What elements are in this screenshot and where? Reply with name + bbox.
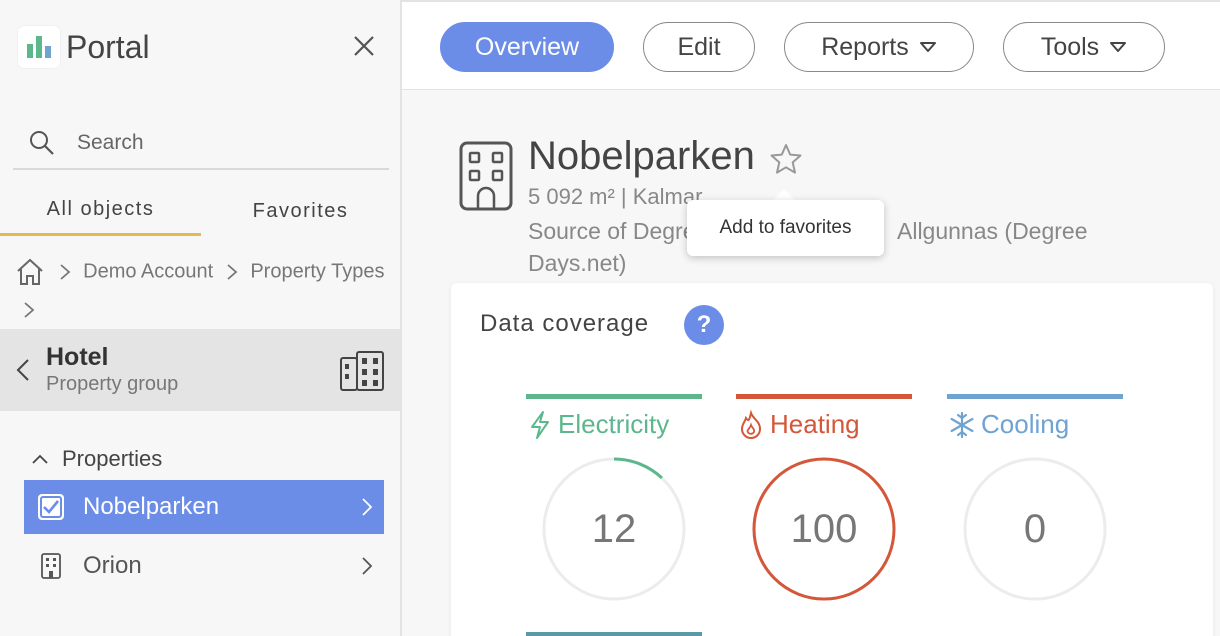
meter-color-bar <box>947 394 1123 399</box>
chevron-up-icon <box>32 454 48 464</box>
star-icon[interactable] <box>768 142 804 176</box>
overview-label: Overview <box>474 32 580 61</box>
chevron-right-icon <box>24 302 35 319</box>
source-text-start: Source of Degre <box>528 218 696 244</box>
search-bar <box>13 118 389 170</box>
tab-favorites[interactable]: Favorites <box>201 186 400 236</box>
property-item-orion[interactable]: Orion <box>24 539 384 593</box>
tools-label: Tools <box>1040 32 1100 61</box>
snowflake-icon <box>950 411 974 438</box>
edit-label: Edit <box>677 32 721 61</box>
chevron-right-icon <box>362 557 373 575</box>
building-title: Nobelparken <box>528 134 755 178</box>
edit-button[interactable]: Edit <box>643 22 755 72</box>
object-tabs: All objects Favorites <box>0 186 400 236</box>
meter-cooling[interactable]: Cooling <box>947 394 1123 440</box>
search-input[interactable] <box>77 131 357 155</box>
breadcrumb: Demo Account Property Types <box>14 252 394 329</box>
gauge-value: 12 <box>591 506 637 551</box>
meter-heating[interactable]: Heating <box>736 394 912 440</box>
gauge-value: 0 <box>1023 506 1047 551</box>
top-toolbar: Overview Edit Reports Tools <box>402 0 1220 90</box>
building-icon <box>459 141 513 211</box>
meter-name: Cooling <box>981 409 1070 439</box>
breadcrumb-item[interactable]: Demo Account <box>83 261 213 283</box>
property-name: Nobelparken <box>83 493 220 520</box>
meter-name: Heating <box>770 409 860 439</box>
meter-electricity[interactable]: Electricity <box>526 394 702 440</box>
checkbox-checked-icon[interactable] <box>36 492 66 522</box>
logo: Portal <box>18 26 150 68</box>
properties-label: Properties <box>62 446 163 471</box>
overview-button[interactable]: Overview <box>440 22 614 72</box>
meter-label: Heating <box>736 409 912 440</box>
breadcrumb-item[interactable]: Property Types <box>250 261 384 283</box>
data-coverage-title: Data coverage <box>480 310 650 337</box>
app-name: Portal <box>66 28 150 65</box>
properties-toggle[interactable]: Properties <box>30 446 162 472</box>
flame-icon <box>740 409 762 439</box>
next-meter-color-bar <box>526 632 702 636</box>
meter-label: Cooling <box>947 409 1123 440</box>
logo-chart-icon <box>18 26 60 68</box>
caret-down-icon <box>919 42 936 52</box>
tools-button[interactable]: Tools <box>1003 22 1165 72</box>
app-root: Portal All objects Favorites Demo Accoun… <box>0 0 1220 636</box>
chevron-right-icon <box>362 498 373 516</box>
group-title: Hotel <box>46 343 109 371</box>
chevron-left-icon[interactable] <box>12 357 34 383</box>
meter-color-bar <box>736 394 912 399</box>
meter-color-bar <box>526 394 702 399</box>
caret-down-icon <box>1110 42 1127 52</box>
property-name: Orion <box>83 552 142 579</box>
lightning-icon <box>531 410 549 439</box>
search-icon <box>30 131 54 155</box>
building-icon <box>41 553 61 579</box>
favorites-tooltip: Add to favorites <box>687 200 884 256</box>
gauge-value: 100 <box>790 506 858 551</box>
sidebar: Portal All objects Favorites Demo Accoun… <box>0 0 402 636</box>
reports-button[interactable]: Reports <box>784 22 974 72</box>
meter-label: Electricity <box>526 409 702 440</box>
buildings-icon <box>340 351 384 391</box>
home-icon[interactable] <box>14 256 46 288</box>
help-button[interactable]: ? <box>684 305 724 345</box>
chevron-right-icon <box>227 264 238 280</box>
building-meta: 5 092 m² | Kalmar <box>528 184 703 209</box>
chevron-right-icon <box>59 264 70 280</box>
tab-all-objects[interactable]: All objects <box>0 186 201 236</box>
close-icon[interactable] <box>348 30 380 62</box>
meter-name: Electricity <box>558 409 670 439</box>
group-subtitle: Property group <box>46 373 179 395</box>
reports-label: Reports <box>821 32 909 61</box>
property-item-nobelparken[interactable]: Nobelparken <box>24 480 384 534</box>
